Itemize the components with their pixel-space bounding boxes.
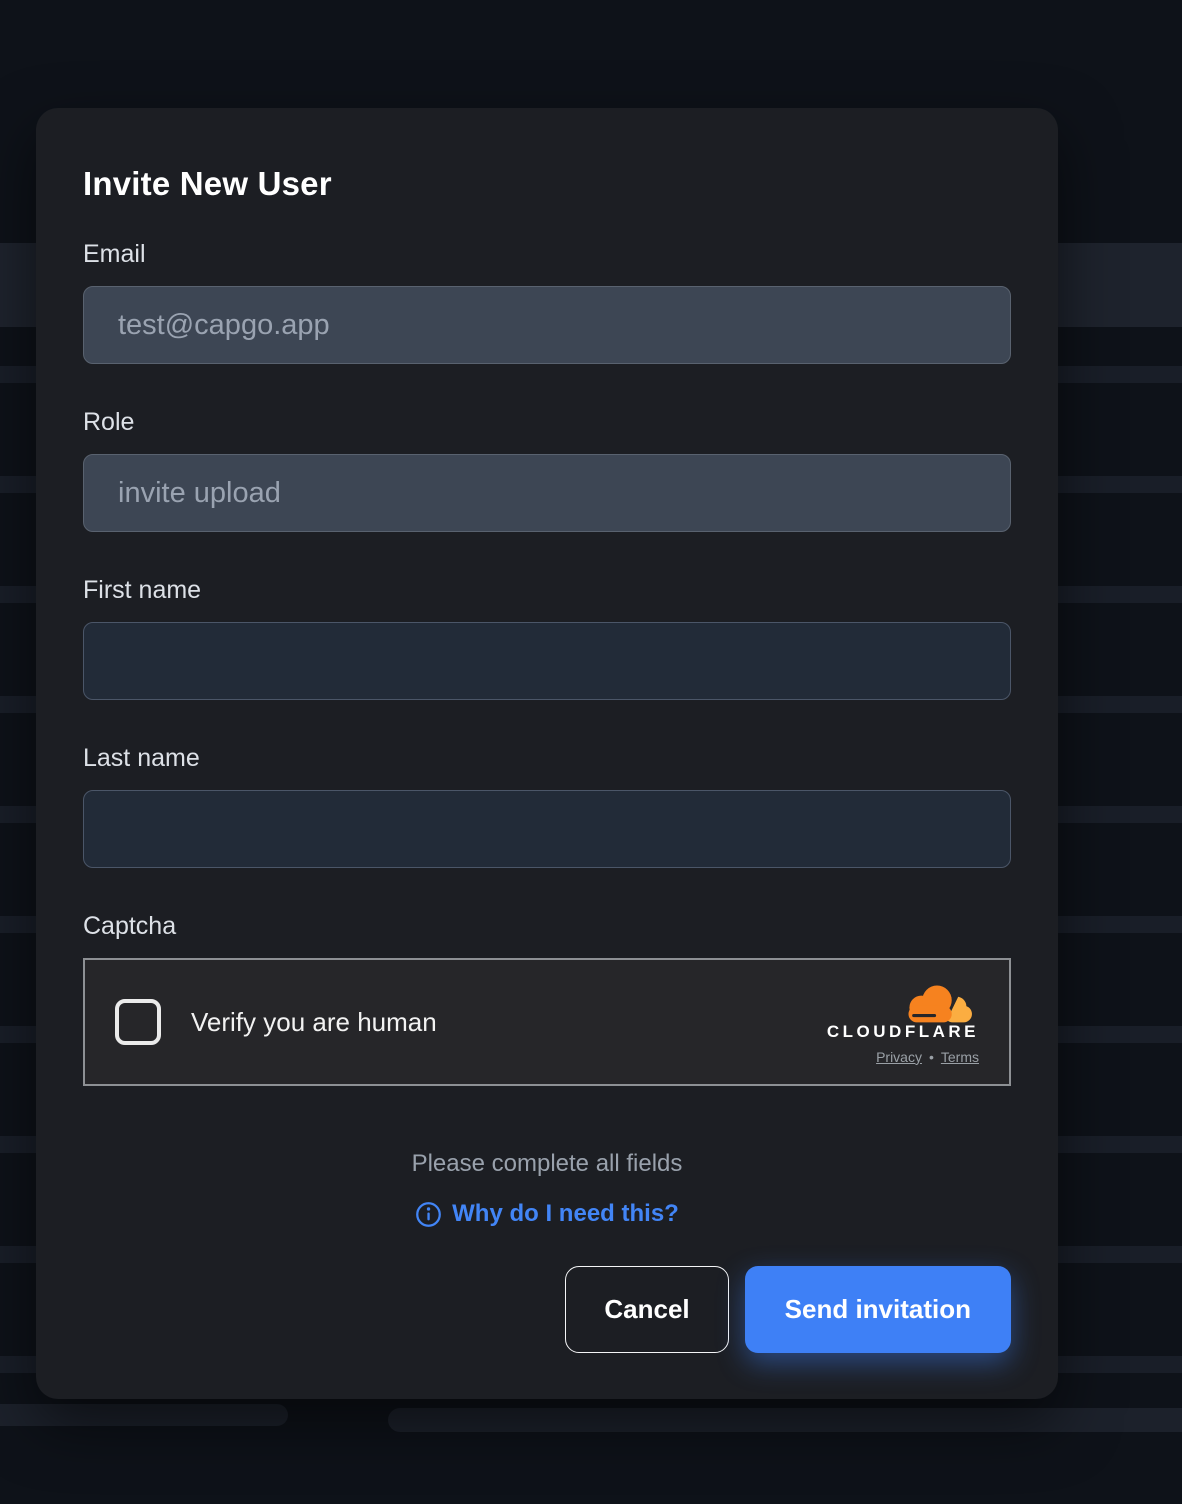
field-last-name: Last name	[83, 744, 1011, 868]
last-name-label: Last name	[83, 744, 1011, 772]
cancel-button[interactable]: Cancel	[565, 1266, 728, 1353]
email-label: Email	[83, 240, 1011, 268]
first-name-label: First name	[83, 576, 1011, 604]
background-row-fragment-wide	[388, 1408, 1182, 1432]
status-message: Please complete all fields	[83, 1150, 1011, 1178]
cloudflare-cloud-icon	[899, 980, 975, 1026]
background-row-fragment-left	[0, 1404, 288, 1426]
field-email: Email	[83, 240, 1011, 364]
link-separator: •	[929, 1049, 934, 1065]
cloudflare-wordmark: CLOUDFLARE	[827, 1022, 979, 1042]
captcha-checkbox-label: Verify you are human	[191, 1007, 437, 1038]
captcha-checkbox[interactable]	[115, 999, 161, 1045]
email-input[interactable]	[83, 286, 1011, 364]
field-captcha: Captcha Verify you are human	[83, 912, 1011, 1086]
dialog-actions: Cancel Send invitation	[83, 1266, 1011, 1353]
role-input[interactable]	[83, 454, 1011, 532]
help-link-label: Why do I need this?	[452, 1200, 679, 1228]
captcha-label: Captcha	[83, 912, 1011, 940]
field-role: Role	[83, 408, 1011, 532]
cloudflare-turnstile-widget: Verify you are human	[83, 958, 1011, 1086]
role-label: Role	[83, 408, 1011, 436]
terms-link[interactable]: Terms	[941, 1049, 979, 1065]
send-invitation-button[interactable]: Send invitation	[745, 1266, 1011, 1353]
dialog-title: Invite New User	[83, 166, 1011, 202]
last-name-input[interactable]	[83, 790, 1011, 868]
invite-new-user-dialog: Invite New User Email Role First name La…	[36, 108, 1058, 1399]
cloudflare-branding: CLOUDFLARE Privacy • Terms	[827, 980, 979, 1065]
help-link[interactable]: Why do I need this?	[83, 1200, 1011, 1228]
privacy-link[interactable]: Privacy	[876, 1049, 922, 1065]
info-circle-icon	[415, 1201, 442, 1228]
first-name-input[interactable]	[83, 622, 1011, 700]
field-first-name: First name	[83, 576, 1011, 700]
